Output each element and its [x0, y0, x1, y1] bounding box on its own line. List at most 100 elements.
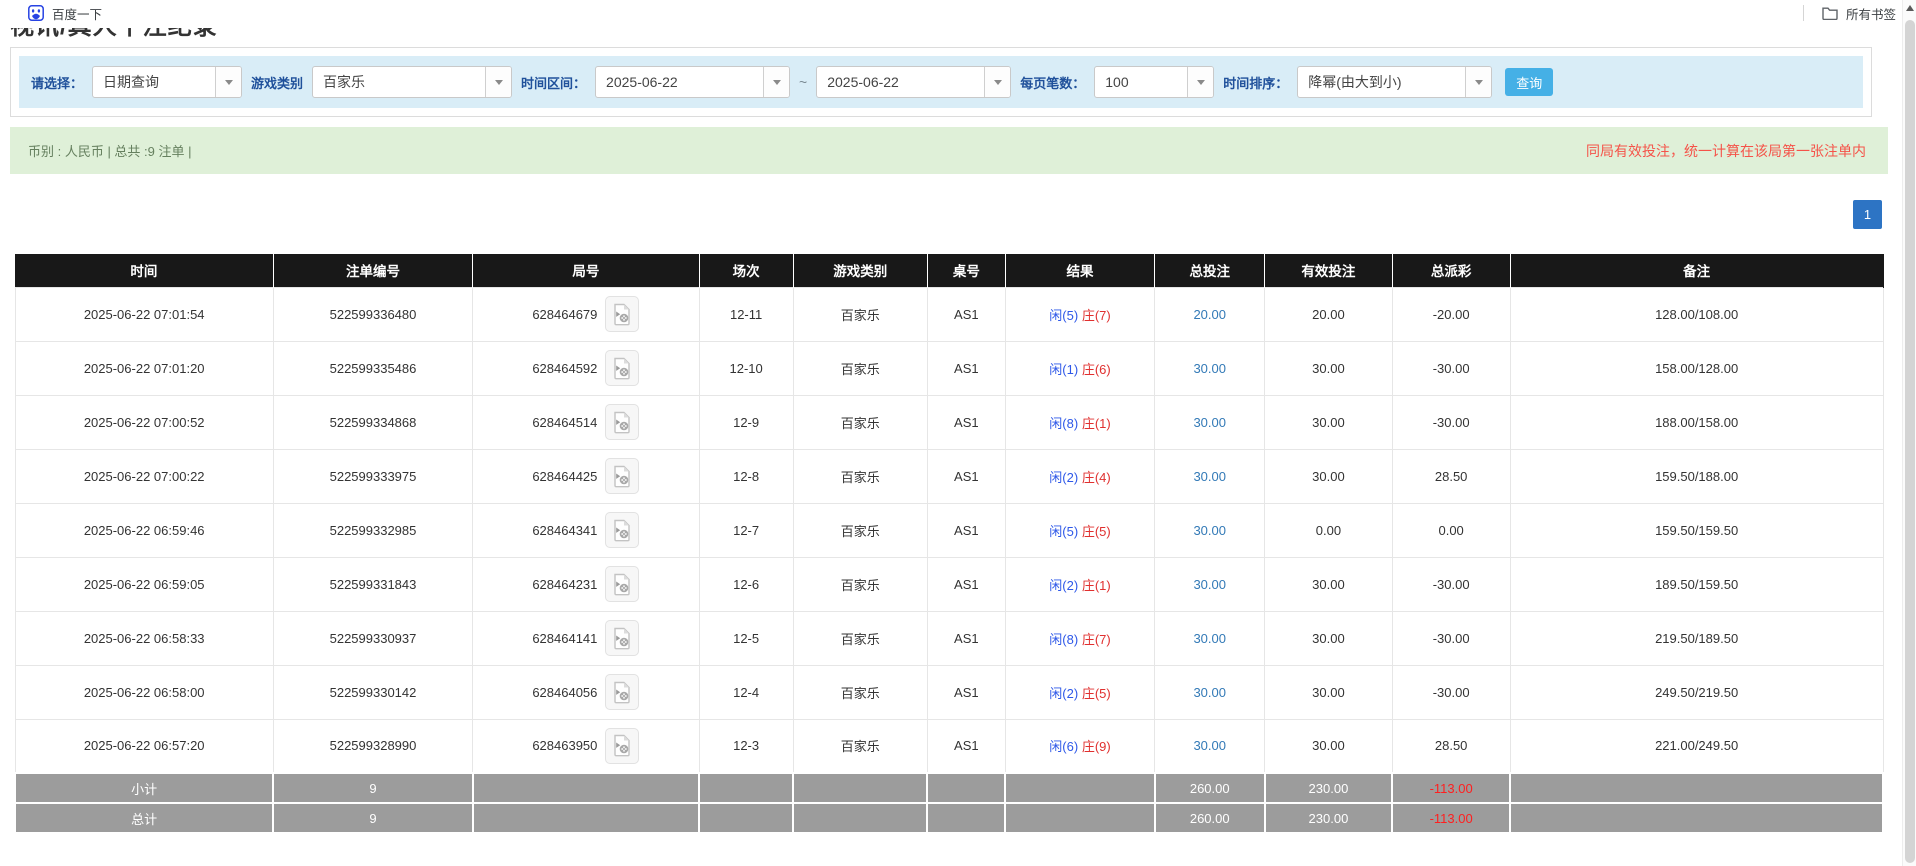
- cell-payout: -30.00: [1392, 665, 1510, 719]
- video-file-icon: [612, 303, 632, 326]
- cell-table-number: AS1: [927, 395, 1005, 449]
- result-player-token: 闲(8): [1049, 632, 1078, 647]
- cell-valid-bet: 30.00: [1265, 449, 1392, 503]
- column-header: 注单编号: [273, 254, 472, 287]
- scrollbar[interactable]: [1902, 0, 1916, 866]
- all-bookmarks-button[interactable]: 所有书签: [1846, 4, 1896, 23]
- round-number-group: 628464141: [532, 620, 639, 656]
- chevron-down-icon[interactable]: [215, 67, 241, 97]
- cell-session: 12-10: [699, 341, 793, 395]
- bookmark-label: 百度一下: [52, 4, 102, 23]
- cell-valid-bet: 20.00: [1265, 287, 1392, 341]
- date-from-picker[interactable]: 2025-06-22: [595, 66, 790, 98]
- scroll-up-arrow-icon[interactable]: [1906, 5, 1914, 11]
- query-type-select[interactable]: 日期查询: [92, 66, 242, 98]
- summary-empty-table: [927, 803, 1005, 833]
- cell-remark: 159.50/188.00: [1510, 449, 1883, 503]
- time-range-label: 时间区间：: [521, 73, 586, 92]
- cell-bet-number: 522599334868: [273, 395, 472, 449]
- total-bet-link[interactable]: 30.00: [1193, 469, 1226, 484]
- game-type-select[interactable]: 百家乐: [312, 66, 512, 98]
- chevron-down-icon[interactable]: [1465, 67, 1491, 97]
- cell-table-number: AS1: [927, 665, 1005, 719]
- records-table: 时间注单编号局号场次游戏类别桌号结果总投注有效投注总派彩备注 2025-06-2…: [14, 254, 1884, 834]
- round-number-text: 628464592: [532, 361, 597, 376]
- time-sort-label: 时间排序：: [1223, 73, 1288, 92]
- chevron-down-icon[interactable]: [984, 67, 1010, 97]
- total-bet-link[interactable]: 30.00: [1193, 361, 1226, 376]
- pagination: 1: [0, 174, 1916, 254]
- cell-payout: 28.50: [1392, 719, 1510, 773]
- cell-bet-number: 522599331843: [273, 557, 472, 611]
- cell-valid-bet: 30.00: [1265, 341, 1392, 395]
- total-bet-link[interactable]: 30.00: [1193, 523, 1226, 538]
- result-banker-token: 庄(5): [1082, 524, 1111, 539]
- video-replay-button[interactable]: [605, 512, 639, 548]
- video-replay-button[interactable]: [605, 728, 639, 764]
- table-row: 2025-06-22 06:59:46522599332985628464341…: [15, 503, 1883, 557]
- total-bet-link[interactable]: 30.00: [1193, 631, 1226, 646]
- page-size-select[interactable]: 100: [1094, 66, 1214, 98]
- video-replay-button[interactable]: [605, 620, 639, 656]
- column-header: 总派彩: [1392, 254, 1510, 287]
- total-bet-link[interactable]: 30.00: [1193, 577, 1226, 592]
- select-type-label: 请选择：: [31, 73, 83, 92]
- cell-table-number: AS1: [927, 449, 1005, 503]
- summary-total-bet: 260.00: [1155, 773, 1265, 803]
- video-file-icon: [612, 627, 632, 650]
- video-file-icon: [612, 573, 632, 596]
- scrollbar-thumb[interactable]: [1905, 20, 1915, 863]
- total-bet-link[interactable]: 30.00: [1193, 415, 1226, 430]
- column-header: 总投注: [1155, 254, 1265, 287]
- cell-round-number: 628463950: [473, 719, 699, 773]
- cell-result: 闲(6) 庄(9): [1005, 719, 1154, 773]
- filter-bar: 请选择： 日期查询 游戏类别 百家乐 时间区间： 2025-06-22 ~ 20…: [19, 56, 1863, 108]
- page-1-button[interactable]: 1: [1853, 200, 1882, 229]
- chevron-down-icon[interactable]: [1187, 67, 1213, 97]
- round-number-group: 628464341: [532, 512, 639, 548]
- total-bet-link[interactable]: 20.00: [1193, 307, 1226, 322]
- chevron-down-icon[interactable]: [763, 67, 789, 97]
- video-file-icon: [612, 465, 632, 488]
- page-size-label: 每页笔数：: [1020, 73, 1085, 92]
- video-replay-button[interactable]: [605, 566, 639, 602]
- cell-table-number: AS1: [927, 287, 1005, 341]
- baidu-favicon-icon: [28, 5, 44, 21]
- cell-round-number: 628464514: [473, 395, 699, 449]
- cell-remark: 188.00/158.00: [1510, 395, 1883, 449]
- table-row: 2025-06-22 07:01:20522599335486628464592…: [15, 341, 1883, 395]
- video-replay-button[interactable]: [605, 458, 639, 494]
- date-to-picker[interactable]: 2025-06-22: [816, 66, 1011, 98]
- cell-payout: -30.00: [1392, 557, 1510, 611]
- cell-total-bet: 30.00: [1155, 665, 1265, 719]
- bookmark-item[interactable]: 百度一下: [28, 4, 102, 23]
- date-from-value: 2025-06-22: [596, 67, 763, 97]
- cell-payout: -30.00: [1392, 395, 1510, 449]
- cell-time: 2025-06-22 07:01:54: [15, 287, 273, 341]
- game-type-value: 百家乐: [313, 67, 485, 97]
- cell-valid-bet: 30.00: [1265, 611, 1392, 665]
- cell-session: 12-3: [699, 719, 793, 773]
- cell-table-number: AS1: [927, 719, 1005, 773]
- cell-table-number: AS1: [927, 611, 1005, 665]
- cell-bet-number: 522599330937: [273, 611, 472, 665]
- round-number-text: 628464056: [532, 685, 597, 700]
- time-sort-select[interactable]: 降幂(由大到小): [1297, 66, 1492, 98]
- table-row: 2025-06-22 07:00:52522599334868628464514…: [15, 395, 1883, 449]
- video-replay-button[interactable]: [605, 350, 639, 386]
- result-banker-token: 庄(4): [1082, 470, 1111, 485]
- video-replay-button[interactable]: [605, 296, 639, 332]
- result-player-token: 闲(1): [1049, 362, 1078, 377]
- video-replay-button[interactable]: [605, 404, 639, 440]
- video-replay-button[interactable]: [605, 674, 639, 710]
- result-player-token: 闲(2): [1049, 470, 1078, 485]
- search-button[interactable]: 查询: [1505, 68, 1553, 96]
- range-tilde: ~: [799, 74, 807, 90]
- total-bet-link[interactable]: 30.00: [1193, 738, 1226, 753]
- cell-valid-bet: 30.00: [1265, 719, 1392, 773]
- chevron-down-icon[interactable]: [485, 67, 511, 97]
- total-bet-link[interactable]: 30.00: [1193, 685, 1226, 700]
- round-number-group: 628464425: [532, 458, 639, 494]
- cell-remark: 249.50/219.50: [1510, 665, 1883, 719]
- column-header: 游戏类别: [793, 254, 927, 287]
